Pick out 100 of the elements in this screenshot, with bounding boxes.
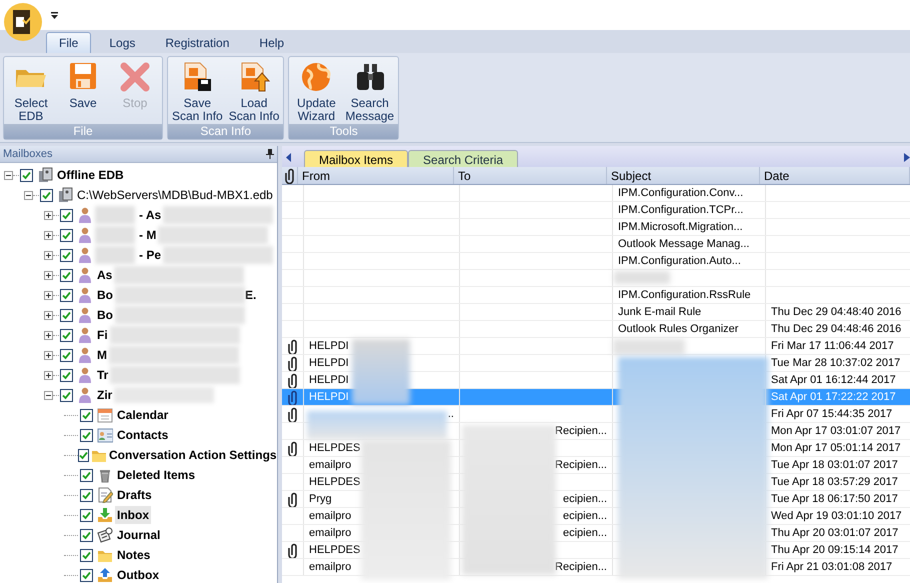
checkbox[interactable] bbox=[60, 328, 73, 342]
collapse-icon[interactable] bbox=[44, 390, 53, 400]
toolbar-button[interactable]: Save bbox=[58, 57, 108, 124]
tree-item[interactable]: Notes bbox=[115, 546, 152, 564]
tree-item[interactable]: Inbox bbox=[115, 506, 151, 524]
cross-icon bbox=[118, 60, 152, 94]
person-icon bbox=[77, 327, 93, 343]
table-cell-text: Recipien... bbox=[555, 458, 607, 473]
tree-item[interactable]: Journal bbox=[115, 526, 162, 544]
tree-item[interactable]: Bo bbox=[95, 286, 115, 304]
expand-icon[interactable] bbox=[44, 330, 53, 340]
expand-icon[interactable] bbox=[44, 270, 53, 280]
column-header[interactable]: Subject bbox=[607, 167, 760, 184]
checkbox[interactable] bbox=[60, 388, 73, 402]
table-cell-text: HELPDES bbox=[309, 440, 360, 456]
tree-item[interactable]: - Pe bbox=[137, 246, 164, 264]
expand-icon[interactable] bbox=[44, 230, 53, 240]
table-cell-text: Mon Apr 17 05:01:14 2017 bbox=[771, 440, 901, 456]
tree-item[interactable]: - As bbox=[137, 206, 164, 224]
checkbox[interactable] bbox=[60, 288, 73, 302]
menu-tab[interactable]: Registration bbox=[153, 32, 242, 53]
checkbox[interactable] bbox=[60, 268, 73, 282]
view-tab[interactable]: Mailbox Items bbox=[304, 150, 408, 167]
table-cell-text: Mon Apr 17 03:01:07 2017 bbox=[771, 424, 901, 439]
table-cell-text: HELPDI bbox=[309, 356, 349, 371]
table-cell-text: ecipien... bbox=[562, 526, 607, 541]
table-cell-text: Fri Apr 07 15:44:35 2017 bbox=[771, 406, 892, 422]
column-header[interactable]: Date bbox=[760, 167, 910, 184]
expand-icon[interactable] bbox=[44, 290, 53, 300]
checkbox[interactable] bbox=[60, 308, 73, 322]
checkbox[interactable] bbox=[80, 428, 93, 442]
quick-access-icon[interactable] bbox=[51, 12, 58, 19]
tree-item[interactable]: Outbox bbox=[115, 566, 161, 583]
menu-tab[interactable]: File bbox=[46, 32, 92, 53]
tree-item[interactable]: Zir bbox=[95, 386, 114, 404]
tree-item[interactable]: Fi bbox=[95, 326, 110, 344]
checkbox[interactable] bbox=[78, 448, 89, 462]
column-header[interactable] bbox=[282, 167, 298, 184]
collapse-icon[interactable] bbox=[4, 170, 13, 180]
table-cell-text: emailpro bbox=[309, 508, 352, 524]
table-cell-text: Tue Apr 18 03:57:29 2017 bbox=[771, 474, 898, 490]
tree-item[interactable]: Drafts bbox=[115, 486, 154, 504]
expand-icon[interactable] bbox=[44, 210, 53, 220]
tree-item[interactable]: Offline EDB bbox=[55, 166, 126, 184]
tree-item[interactable]: Tr bbox=[95, 366, 110, 384]
checkbox[interactable] bbox=[80, 528, 93, 542]
checkbox[interactable] bbox=[80, 568, 93, 582]
table-cell-text: Tue Mar 28 10:37:02 2017 bbox=[771, 356, 900, 371]
toolbar-button[interactable]: Select EDB bbox=[6, 57, 56, 124]
table-cell-text: emailpro bbox=[309, 458, 352, 473]
table-cell-text: Sat Apr 01 17:22:22 2017 bbox=[771, 390, 896, 405]
checkbox[interactable] bbox=[80, 468, 93, 482]
checkbox[interactable] bbox=[60, 248, 73, 262]
table-cell-text: Sat Apr 01 16:12:44 2017 bbox=[771, 372, 896, 388]
checkbox[interactable] bbox=[40, 188, 53, 202]
person-icon bbox=[77, 347, 93, 363]
checkbox[interactable] bbox=[60, 348, 73, 362]
table-cell-text: ecipien... bbox=[562, 492, 607, 507]
toolbar-button[interactable]: Search Message bbox=[343, 57, 396, 124]
menu-tab[interactable]: Help bbox=[247, 32, 296, 53]
tree-item[interactable]: Deleted Items bbox=[115, 466, 198, 484]
column-header[interactable]: From bbox=[298, 167, 454, 184]
person-icon bbox=[77, 207, 93, 223]
tree-item[interactable]: - M bbox=[137, 226, 158, 244]
pin-icon[interactable] bbox=[266, 149, 274, 159]
tree-item[interactable]: Calendar bbox=[115, 406, 170, 424]
group-label: File bbox=[4, 124, 162, 139]
table-cell-text: IPM.Configuration.Auto... bbox=[618, 254, 741, 269]
checkbox[interactable] bbox=[80, 408, 93, 422]
server-icon bbox=[57, 187, 73, 203]
toolbar-button[interactable]: Save Scan Info bbox=[170, 57, 225, 124]
table-cell-text: Tue Apr 18 03:01:07 2017 bbox=[771, 458, 898, 473]
tree-item[interactable]: C:\WebServers\MDB\Bud-MBX1.edb bbox=[75, 186, 275, 204]
expand-icon[interactable] bbox=[44, 350, 53, 360]
expand-icon[interactable] bbox=[44, 370, 53, 380]
column-header[interactable]: To bbox=[454, 167, 607, 184]
expand-icon[interactable] bbox=[44, 310, 53, 320]
checkbox[interactable] bbox=[60, 208, 73, 222]
tree-item[interactable]: As bbox=[95, 266, 114, 284]
checkbox[interactable] bbox=[80, 488, 93, 502]
expand-icon[interactable] bbox=[44, 250, 53, 260]
toolbar-button[interactable]: Load Scan Info bbox=[226, 57, 282, 124]
table-cell-text: ecipien... bbox=[562, 508, 607, 524]
checkbox[interactable] bbox=[80, 508, 93, 522]
table-cell-text: Fri Mar 17 11:06:44 2017 bbox=[771, 338, 894, 354]
menu-tab[interactable]: Logs bbox=[97, 32, 148, 53]
paperclip-icon bbox=[288, 390, 298, 404]
tree-item[interactable]: Bo bbox=[95, 306, 115, 324]
checkbox[interactable] bbox=[60, 228, 73, 242]
collapse-icon[interactable] bbox=[24, 190, 33, 200]
checkbox[interactable] bbox=[80, 548, 93, 562]
checkbox[interactable] bbox=[60, 368, 73, 382]
tree-item[interactable]: Contacts bbox=[115, 426, 170, 444]
view-tab[interactable]: Search Criteria bbox=[408, 150, 518, 167]
checkbox[interactable] bbox=[20, 168, 33, 182]
toolbar-button[interactable]: Update Wizard bbox=[291, 57, 342, 124]
server-icon bbox=[37, 167, 53, 183]
tree-item[interactable]: M bbox=[95, 346, 109, 364]
tree-item[interactable]: Conversation Action Settings bbox=[107, 446, 277, 464]
blurred-patch bbox=[95, 246, 135, 264]
